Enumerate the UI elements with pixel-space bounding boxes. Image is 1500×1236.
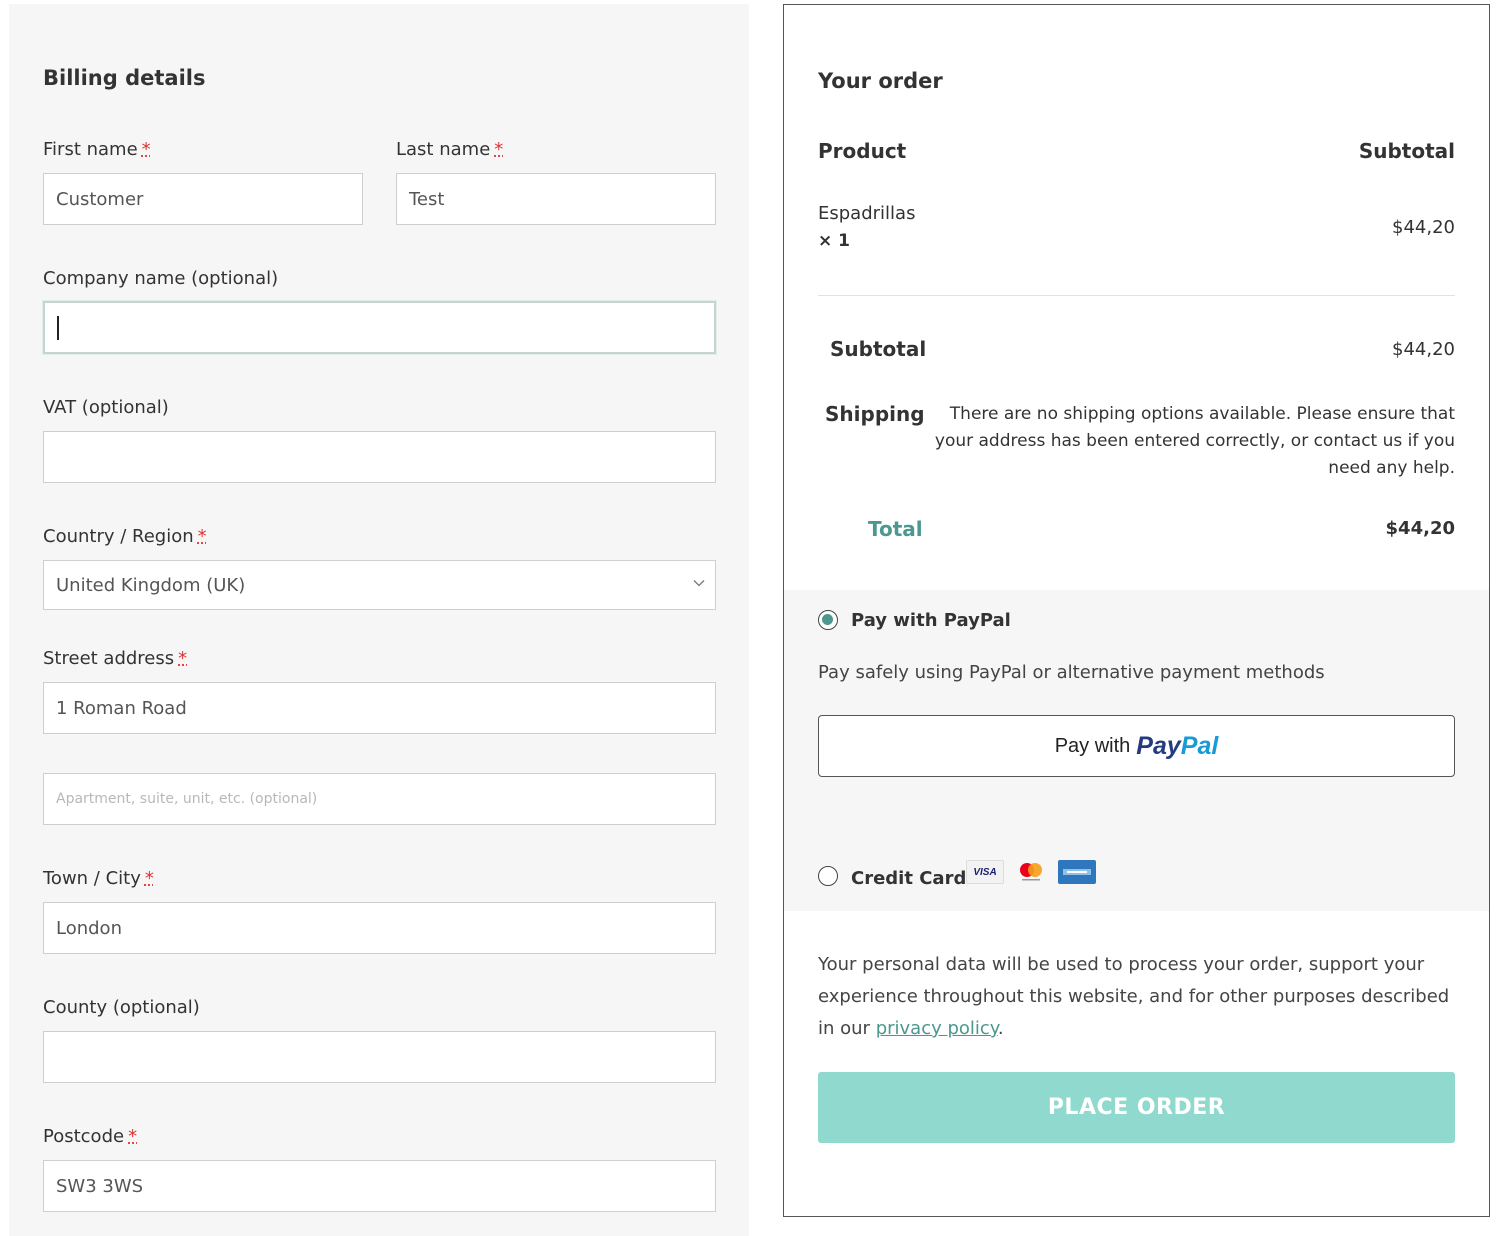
city-input[interactable]: London — [43, 902, 716, 954]
paypal-button[interactable]: Pay with PayPal — [818, 715, 1455, 777]
order-panel: Your order Product Subtotal Espadrillas … — [783, 4, 1490, 1217]
product-column-header: Product — [818, 139, 907, 163]
county-input[interactable] — [43, 1031, 716, 1083]
shipping-label: Shipping — [825, 402, 925, 426]
paypal-button-prefix: Pay with — [1054, 734, 1131, 757]
chevron-down-icon — [693, 580, 705, 587]
paypal-method-label[interactable]: Pay with PayPal — [851, 610, 1011, 631]
visa-icon: VISA — [966, 860, 1004, 884]
postcode-input[interactable]: SW3 3WS — [43, 1160, 716, 1212]
amex-icon — [1058, 860, 1096, 884]
street-label: Street address * — [43, 648, 188, 669]
text-caret — [57, 315, 59, 340]
credit-card-method-label[interactable]: Credit Card — [851, 868, 966, 889]
required-mark: * — [197, 526, 207, 547]
paypal-radio[interactable] — [818, 610, 838, 630]
total-value: $44,20 — [1385, 518, 1455, 539]
credit-card-radio[interactable] — [818, 866, 838, 886]
product-price: $44,20 — [1392, 217, 1455, 238]
subtotal-column-header: Subtotal — [1358, 139, 1455, 163]
required-mark: * — [144, 868, 154, 889]
billing-panel: Billing details First name * Customer Las… — [9, 4, 749, 1236]
last-name-label: Last name * — [396, 139, 504, 160]
subtotal-value: $44,20 — [1392, 339, 1455, 360]
city-label: Town / City * — [43, 868, 154, 889]
first-name-input[interactable]: Customer — [43, 173, 363, 225]
paypal-description: Pay safely using PayPal or alternative p… — [818, 662, 1325, 683]
street-address-input[interactable]: 1 Roman Road — [43, 682, 716, 734]
postcode-label: Postcode * — [43, 1126, 138, 1147]
billing-title: Billing details — [43, 66, 206, 90]
divider — [818, 295, 1455, 296]
mastercard-icon — [1012, 860, 1050, 884]
privacy-policy-link[interactable]: privacy policy — [876, 1018, 998, 1039]
privacy-notice: Your personal data will be used to proce… — [818, 954, 1450, 1039]
subtotal-label: Subtotal — [830, 337, 927, 361]
company-label: Company name (optional) — [43, 268, 279, 289]
country-label: Country / Region * — [43, 526, 207, 547]
required-mark: * — [178, 648, 188, 669]
county-label: County (optional) — [43, 997, 200, 1018]
payment-methods: Pay with PayPal Pay safely using PayPal … — [784, 590, 1489, 911]
total-label: Total — [868, 517, 923, 541]
card-icons: VISA — [966, 860, 1096, 884]
place-order-button[interactable]: PLACE ORDER — [818, 1072, 1455, 1143]
first-name-label: First name * — [43, 139, 151, 160]
vat-label: VAT (optional) — [43, 397, 169, 418]
required-mark: * — [141, 139, 151, 160]
product-quantity: × 1 — [818, 231, 850, 251]
company-input[interactable] — [43, 301, 716, 354]
order-title: Your order — [818, 69, 943, 93]
product-name: Espadrillas — [818, 203, 916, 224]
required-mark: * — [494, 139, 504, 160]
shipping-notice: There are no shipping options available.… — [934, 404, 1455, 478]
paypal-logo: PayPal — [1136, 731, 1219, 760]
vat-input[interactable] — [43, 431, 716, 483]
country-select[interactable]: United Kingdom (UK) — [43, 560, 716, 610]
required-mark: * — [128, 1126, 138, 1147]
street-address-line2-input[interactable]: Apartment, suite, unit, etc. (optional) — [43, 773, 716, 825]
last-name-input[interactable]: Test — [396, 173, 716, 225]
